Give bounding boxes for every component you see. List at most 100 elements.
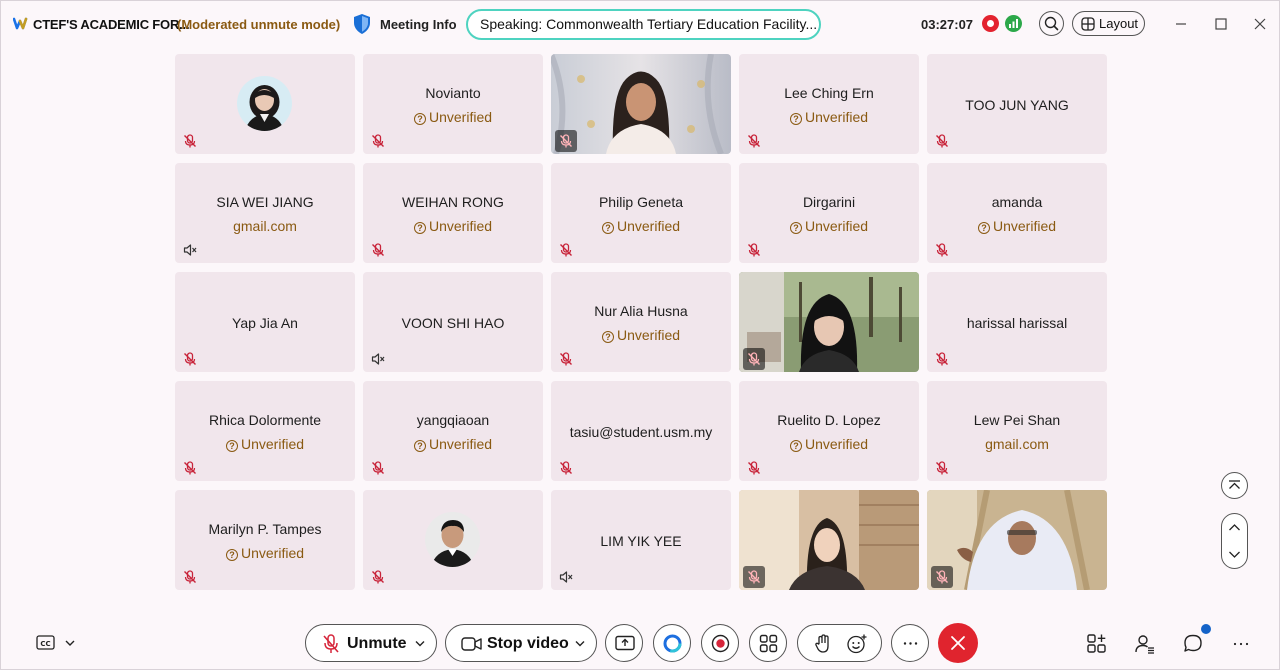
microphone-muted-icon — [183, 134, 197, 148]
participant-tile[interactable]: Rhica Dolormente? Unverified — [175, 381, 355, 481]
participant-tile[interactable]: Ruelito D. Lopez? Unverified — [739, 381, 919, 481]
participant-name: Philip Geneta — [598, 194, 684, 210]
avatar — [237, 76, 292, 131]
participant-tile[interactable]: TOO JUN YANG — [927, 54, 1107, 154]
page-scroll-control — [1221, 513, 1248, 569]
stop-video-button[interactable]: Stop video — [445, 624, 597, 662]
participant-name: WEIHAN RONG — [402, 194, 504, 210]
scroll-down-button[interactable] — [1222, 541, 1247, 568]
participant-name: SIA WEI JIANG — [216, 194, 314, 210]
microphone-muted-icon — [559, 461, 573, 475]
scroll-to-top-button[interactable] — [1221, 472, 1248, 499]
network-signal-icon[interactable] — [1005, 15, 1022, 32]
participant-tile[interactable] — [363, 490, 543, 590]
apps-button[interactable] — [749, 624, 787, 662]
participant-subtitle: Unverified — [804, 436, 869, 452]
record-button[interactable] — [701, 624, 739, 662]
participant-name: Lee Ching Ern — [784, 85, 874, 101]
question-circle-icon: ? — [413, 440, 426, 452]
zoom-button[interactable] — [1039, 11, 1064, 36]
participant-tile[interactable]: Dirgarini? Unverified — [739, 163, 919, 263]
stop-video-label: Stop video — [487, 635, 569, 652]
participant-tile[interactable]: Novianto? Unverified — [363, 54, 543, 154]
participant-tile[interactable] — [739, 272, 919, 372]
scroll-up-button[interactable] — [1222, 514, 1247, 541]
question-circle-icon: ? — [789, 113, 802, 125]
participant-tile[interactable]: Nur Alia Husna? Unverified — [551, 272, 731, 372]
participant-name: VOON SHI HAO — [401, 315, 505, 331]
layout-button[interactable]: Layout — [1072, 11, 1145, 36]
microphone-muted-icon — [183, 570, 197, 584]
participant-tile[interactable]: yangqiaoan? Unverified — [363, 381, 543, 481]
add-apps-icon — [1087, 634, 1106, 653]
record-icon — [711, 634, 730, 653]
participant-tile[interactable]: Lew Pei Shan gmail.com — [927, 381, 1107, 481]
participants-panel-button[interactable] — [1134, 633, 1156, 655]
question-circle-icon: ? — [413, 113, 426, 125]
participant-name: Yap Jia An — [232, 315, 298, 331]
overflow-menu-button[interactable] — [1230, 633, 1252, 655]
participant-subtitle: gmail.com — [233, 218, 297, 234]
share-content-button[interactable] — [605, 624, 643, 662]
participant-domain: gmail.com — [175, 218, 355, 234]
participant-tile[interactable]: amanda ? Unverified — [927, 163, 1107, 263]
participant-tile[interactable] — [739, 490, 919, 590]
meeting-timer: 03:27:07 — [921, 17, 974, 32]
more-dots-icon — [1233, 642, 1249, 646]
maximize-button[interactable] — [1210, 13, 1232, 35]
participant-video — [927, 490, 1107, 590]
participant-subtitle: gmail.com — [985, 436, 1049, 452]
participant-tile[interactable]: tasiu@student.usm.my — [551, 381, 731, 481]
unverified-badge: ? Unverified — [551, 327, 731, 343]
participant-tile[interactable]: LIM YIK YEE — [551, 490, 731, 590]
close-button[interactable] — [1249, 13, 1271, 35]
participant-name: Marilyn P. Tampes — [208, 521, 322, 537]
chat-panel-button[interactable] — [1182, 633, 1204, 655]
participant-tile[interactable]: WEIHAN RONG? Unverified — [363, 163, 543, 263]
chevron-down-icon — [575, 641, 585, 647]
participant-tile[interactable]: Marilyn P. Tampes? Unverified — [175, 490, 355, 590]
participant-tile[interactable]: SIA WEI JIANG gmail.com — [175, 163, 355, 263]
chevron-down-icon — [1229, 551, 1240, 558]
participant-video — [739, 490, 919, 590]
participant-tile[interactable]: Philip Geneta ? Unverified — [551, 163, 731, 263]
participant-tile[interactable]: Lee Ching Ern? Unverified — [739, 54, 919, 154]
unverified-badge: ? Unverified — [927, 218, 1107, 234]
participant-tile[interactable]: Yap Jia An — [175, 272, 355, 372]
participant-tile[interactable] — [175, 54, 355, 154]
chat-bubble-icon — [1184, 634, 1202, 652]
participant-name: amanda — [991, 194, 1043, 210]
meeting-info-button[interactable]: Meeting Info — [380, 17, 457, 32]
recording-icon — [982, 15, 999, 32]
participant-name: Dirgarini — [802, 194, 856, 210]
microphone-muted-icon — [747, 243, 761, 257]
question-circle-icon: ? — [789, 222, 802, 234]
closed-captions-button[interactable]: CC — [35, 633, 79, 653]
participant-video — [739, 272, 919, 372]
avatar — [425, 512, 480, 567]
apps-panel-button[interactable] — [1086, 633, 1108, 655]
participant-name: Lew Pei Shan — [973, 412, 1061, 428]
layout-label: Layout — [1099, 16, 1139, 31]
question-circle-icon: ? — [601, 331, 614, 343]
reactions-group[interactable] — [797, 624, 882, 662]
microphone-muted-icon — [743, 566, 765, 588]
participant-subtitle: Unverified — [616, 218, 681, 234]
minimize-button[interactable] — [1170, 13, 1192, 35]
question-circle-icon: ? — [225, 440, 238, 452]
meeting-title: CTEF'S ACADEMIC FOR... — [33, 17, 190, 32]
unverified-badge: ? Unverified — [551, 218, 731, 234]
participant-tile[interactable]: VOON SHI HAO — [363, 272, 543, 372]
unmute-button[interactable]: Unmute — [305, 624, 437, 662]
participant-tile[interactable] — [927, 490, 1107, 590]
participant-tile[interactable] — [551, 54, 731, 154]
leave-meeting-button[interactable] — [938, 623, 978, 663]
unverified-badge: ? Unverified — [175, 436, 355, 452]
ai-assistant-button[interactable] — [653, 624, 691, 662]
speaker-off-icon — [559, 570, 573, 584]
participant-tile[interactable]: harissal harissal — [927, 272, 1107, 372]
more-options-button[interactable] — [891, 624, 929, 662]
microphone-muted-icon — [935, 134, 949, 148]
microphone-muted-icon — [747, 134, 761, 148]
apps-grid-icon — [759, 634, 778, 653]
